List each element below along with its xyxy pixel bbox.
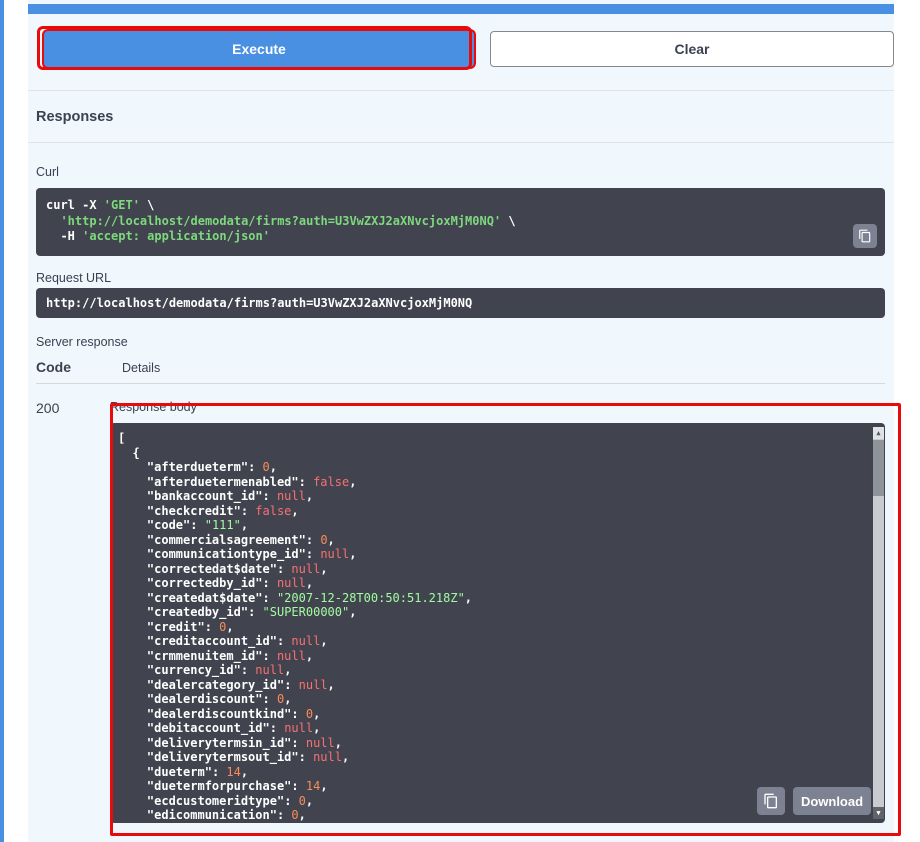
copy-curl-button[interactable] bbox=[853, 224, 877, 248]
curl-code: curl -X 'GET' \ 'http://localhost/demoda… bbox=[46, 198, 516, 243]
opblock-header-strip bbox=[28, 4, 894, 14]
responses-inner: Curl curl -X 'GET' \ 'http://localhost/d… bbox=[28, 165, 894, 823]
scroll-up-icon[interactable]: ▲ bbox=[873, 427, 884, 439]
request-url-value: http://localhost/demodata/firms?auth=U3V… bbox=[36, 288, 885, 318]
status-code: 200 bbox=[36, 400, 60, 416]
response-scrollbar[interactable]: ▲ ▼ bbox=[873, 427, 884, 819]
response-body-label: Response body bbox=[110, 400, 197, 414]
code-column-header: Code bbox=[36, 359, 71, 375]
section-divider bbox=[28, 90, 894, 91]
clipboard-icon bbox=[763, 793, 779, 809]
clear-button[interactable]: Clear bbox=[490, 31, 894, 67]
section-divider bbox=[28, 142, 894, 143]
scroll-down-icon[interactable]: ▼ bbox=[873, 807, 884, 819]
details-column-header: Details bbox=[122, 361, 161, 375]
response-details: Response body [ { "afterdueterm": 0, "af… bbox=[110, 396, 885, 823]
request-url-label: Request URL bbox=[36, 271, 112, 285]
scrollbar-thumb[interactable] bbox=[873, 440, 884, 496]
operation-block: Execute Clear Responses Curl curl -X 'GE… bbox=[28, 0, 894, 842]
opblock-left-accent bbox=[0, 0, 4, 842]
execute-wrapper: Execute Clear bbox=[44, 31, 894, 67]
server-response-label: Server response bbox=[36, 335, 128, 349]
execute-button[interactable]: Execute bbox=[44, 31, 474, 67]
curl-command-block: curl -X 'GET' \ 'http://localhost/demoda… bbox=[36, 188, 885, 256]
response-body-block: [ { "afterdueterm": 0, "afterduetermenab… bbox=[110, 423, 885, 823]
curl-label: Curl bbox=[36, 165, 59, 179]
response-row: 200 Response body [ { "afterdueterm": 0,… bbox=[36, 396, 885, 823]
download-button[interactable]: Download bbox=[793, 787, 871, 815]
response-table-header: Code Details bbox=[36, 359, 885, 384]
copy-response-button[interactable] bbox=[757, 787, 785, 815]
responses-heading: Responses bbox=[36, 109, 114, 125]
response-json-code: [ { "afterdueterm": 0, "afterduetermenab… bbox=[118, 431, 473, 823]
clipboard-icon bbox=[858, 229, 872, 243]
